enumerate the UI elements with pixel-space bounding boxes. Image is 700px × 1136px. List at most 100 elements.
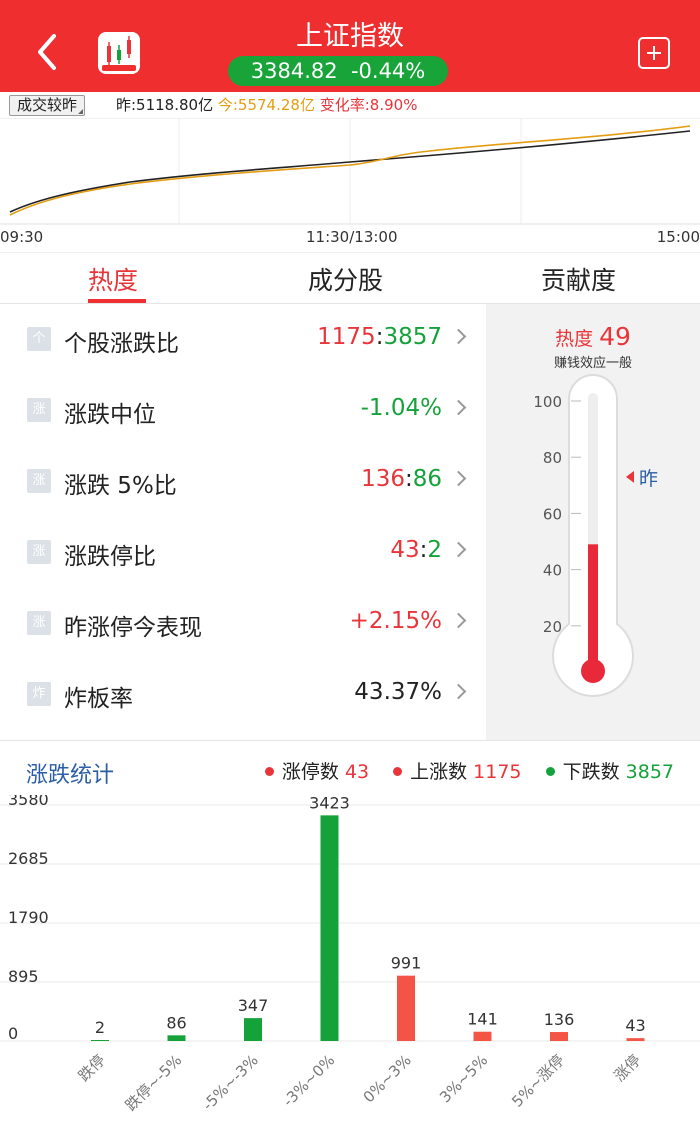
metric-badge-icon: 涨 bbox=[27, 398, 51, 422]
thermometer-scale-label: 80 bbox=[543, 449, 562, 467]
bar-value-label: 43 bbox=[625, 1016, 645, 1035]
metric-value: +2.15% bbox=[349, 608, 442, 634]
header-bar: 上证指数 3384.82 -0.44% bbox=[0, 0, 700, 92]
metric-row-break-rate[interactable]: 炸 炸板率 43.37% bbox=[0, 659, 486, 731]
bar-value-label: 2 bbox=[95, 1018, 105, 1037]
active-tab-indicator bbox=[88, 299, 146, 303]
bar-1 bbox=[167, 1035, 186, 1041]
bar-value-label: 3423 bbox=[309, 795, 350, 812]
y-tick-label: 2685 bbox=[8, 849, 49, 868]
index-price-badge: 3384.82 -0.44% bbox=[228, 56, 448, 86]
x-category-label: 跌停~-5% bbox=[122, 1051, 185, 1114]
metric-value: 43:2 bbox=[390, 537, 442, 563]
thermometer-scale-label: 40 bbox=[543, 562, 562, 580]
metric-row-median[interactable]: 涨 涨跌中位 -1.04% bbox=[0, 375, 486, 447]
stats-title: 涨跌统计 bbox=[26, 763, 115, 788]
metric-row-limit-ratio[interactable]: 涨 涨跌停比 43:2 bbox=[0, 517, 486, 589]
x-category-label: -5%~-3% bbox=[199, 1051, 262, 1114]
metric-label: 涨跌停比 bbox=[64, 544, 156, 570]
yesterday-marker-label: 昨 bbox=[639, 468, 658, 490]
thermometer-scale-label: 100 bbox=[533, 393, 562, 411]
volume-summary: 昨:5118.80亿 今:5574.28亿 变化率:8.90% bbox=[116, 92, 417, 118]
x-category-label: 0%~3% bbox=[360, 1051, 415, 1106]
distribution-bar-chart: 3580 2685 1790 895 0 2 跌停 86 跌停~-5% 347 -5%~-3% 342… bbox=[0, 795, 700, 1115]
x-category-label: -3%~0% bbox=[279, 1051, 338, 1110]
index-price: 3384.82 bbox=[250, 59, 338, 83]
thermometer-scale-label: 20 bbox=[543, 618, 562, 636]
thermometer-gauge: 100 80 60 40 20 昨 bbox=[533, 374, 658, 697]
bar-6 bbox=[550, 1032, 568, 1041]
volume-yesterday: 昨:5118.80亿 bbox=[116, 96, 214, 114]
legend-value: 43 bbox=[344, 761, 370, 783]
thermometer-bulb bbox=[581, 659, 605, 683]
metric-value-up: 136 bbox=[361, 466, 405, 492]
metric-badge-icon: 涨 bbox=[27, 469, 51, 493]
metric-value: 43.37% bbox=[354, 679, 442, 705]
metric-badge-icon: 涨 bbox=[27, 611, 51, 635]
heat-thermometer-panel: 热度 49 赚钱效应一般 100 80 60 40 20 昨 bbox=[486, 304, 700, 740]
y-tick-label: 895 bbox=[8, 967, 39, 986]
bar-7 bbox=[626, 1038, 645, 1041]
metric-row-5pct-ratio[interactable]: 涨 涨跌 5%比 136:86 bbox=[0, 446, 486, 518]
bar-0 bbox=[91, 1040, 109, 1041]
x-category-label: 跌停 bbox=[75, 1051, 109, 1085]
stats-legend: 涨停数 43 上涨数 1175 下跌数 3857 bbox=[247, 757, 674, 784]
bar-value-label: 136 bbox=[544, 1010, 575, 1029]
thermometer-mercury bbox=[588, 544, 598, 664]
yesterday-marker-icon bbox=[626, 470, 634, 483]
chevron-right-icon bbox=[450, 612, 467, 629]
metric-badge-icon: 个 bbox=[27, 327, 51, 351]
chevron-right-icon bbox=[450, 683, 467, 700]
index-change: -0.44% bbox=[350, 59, 426, 83]
tab-heat[interactable]: 热度 bbox=[88, 261, 138, 297]
bar-2 bbox=[244, 1018, 262, 1041]
volume-today: 今:5574.28亿 bbox=[217, 96, 315, 114]
tab-bar: 热度 成分股 贡献度 bbox=[0, 252, 700, 304]
metric-row-limit-up-performance[interactable]: 涨 昨涨停今表现 +2.15% bbox=[0, 588, 486, 660]
legend-dot bbox=[393, 767, 403, 776]
legend-label: 涨停数 bbox=[281, 761, 339, 783]
metric-row-advance-decline[interactable]: 个 个股涨跌比 1175:3857 bbox=[0, 304, 486, 376]
y-tick-label: 1790 bbox=[8, 908, 49, 927]
x-category-label: 涨停 bbox=[610, 1051, 644, 1085]
add-watchlist-button[interactable] bbox=[638, 37, 670, 69]
page-title: 上证指数 bbox=[296, 21, 404, 52]
time-label-midday: 11:30/13:00 bbox=[306, 228, 398, 246]
volume-compare-row: 成交较昨 昨:5118.80亿 今:5574.28亿 变化率:8.90% bbox=[0, 92, 700, 118]
bar-4 bbox=[397, 975, 415, 1041]
metric-value-up: 43 bbox=[390, 537, 420, 563]
time-label-close: 15:00 bbox=[656, 228, 700, 246]
metric-label: 个股涨跌比 bbox=[64, 331, 179, 357]
stats-header: 涨跌统计 涨停数 43 上涨数 1175 下跌数 3857 bbox=[0, 740, 700, 795]
metric-value-down: 3857 bbox=[383, 324, 442, 350]
bar-value-label: 86 bbox=[166, 1013, 186, 1032]
y-tick-label: 0 bbox=[8, 1024, 18, 1043]
metric-separator: : bbox=[404, 466, 413, 492]
metric-value: -1.04% bbox=[360, 395, 442, 421]
metric-value: 136:86 bbox=[361, 466, 442, 492]
volume-change-rate: 变化率:8.90% bbox=[319, 96, 418, 114]
chevron-right-icon bbox=[450, 399, 467, 416]
chevron-right-icon bbox=[450, 541, 467, 558]
time-label-open: 09:30 bbox=[0, 228, 44, 246]
bar-value-label: 347 bbox=[238, 996, 269, 1015]
bar-3 bbox=[320, 815, 339, 1041]
bar-value-label: 141 bbox=[467, 1010, 498, 1029]
metrics-list: 个 个股涨跌比 1175:3857 涨 涨跌中位 -1.04% 涨 涨跌 5%比… bbox=[0, 304, 486, 740]
legend-value: 3857 bbox=[625, 761, 674, 783]
legend-label: 下跌数 bbox=[562, 761, 620, 783]
thermometer-scale-label: 60 bbox=[543, 505, 562, 523]
metric-value: 1175:3857 bbox=[317, 324, 442, 350]
legend-value: 1175 bbox=[473, 761, 522, 783]
y-tick-label: 3580 bbox=[8, 795, 49, 809]
metric-badge-icon: 涨 bbox=[27, 540, 51, 564]
metric-value-up: 1175 bbox=[317, 324, 376, 350]
legend-dot bbox=[264, 767, 274, 776]
chevron-right-icon bbox=[450, 470, 467, 487]
metric-badge-icon: 炸 bbox=[27, 682, 51, 706]
x-category-label: 5%~涨停 bbox=[508, 1051, 568, 1111]
metric-label: 涨跌 5%比 bbox=[64, 473, 177, 499]
tab-constituents[interactable]: 成分股 bbox=[308, 261, 383, 297]
tab-contribution[interactable]: 贡献度 bbox=[541, 261, 616, 297]
volume-compare-dropdown[interactable]: 成交较昨 bbox=[9, 95, 86, 116]
